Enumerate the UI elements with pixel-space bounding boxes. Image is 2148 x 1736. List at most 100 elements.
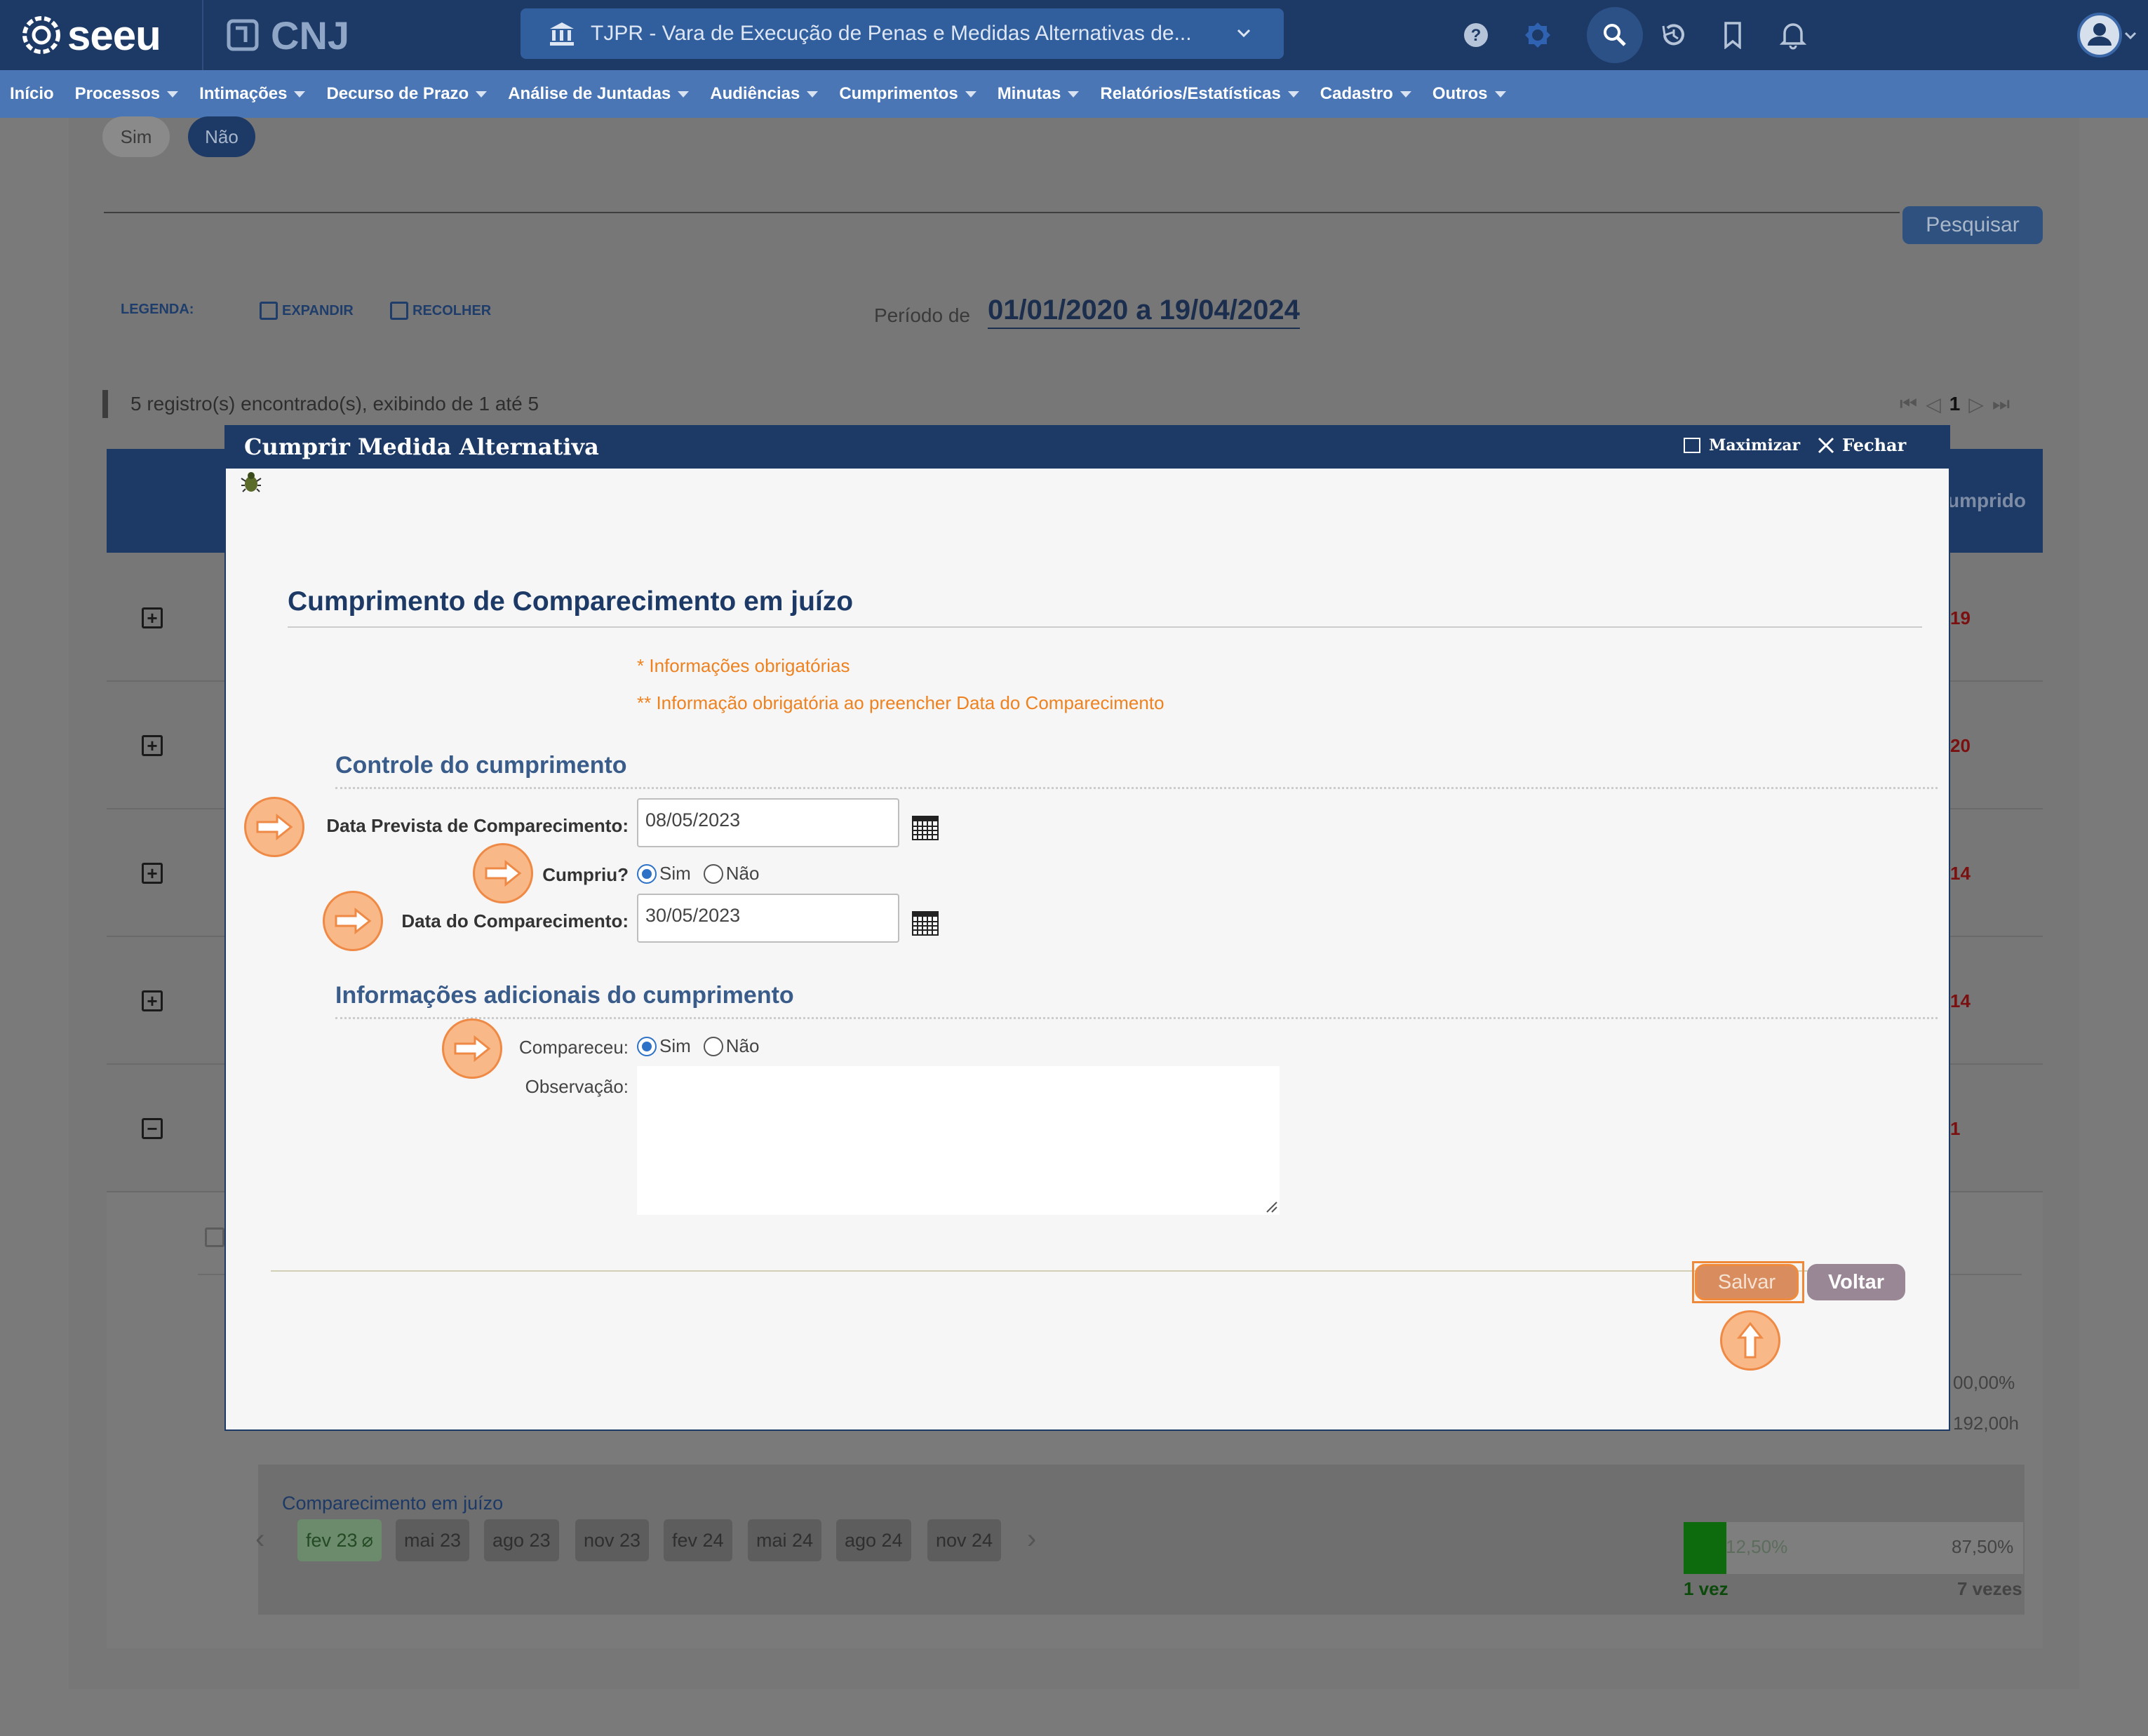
filter-sim-pill[interactable]: Sim <box>102 116 170 157</box>
close-button[interactable]: Fechar <box>1817 435 1906 455</box>
legend-expand: EXPANDIR <box>260 302 354 320</box>
calendar-icon[interactable] <box>912 910 939 936</box>
court-selector-label: TJPR - Vara de Execução de Penas e Medid… <box>591 22 1192 45</box>
month-chip[interactable]: ago 23 <box>484 1519 559 1561</box>
user-menu[interactable] <box>2076 8 2140 62</box>
close-icon <box>1818 437 1834 453</box>
legend-expand-text: EXPANDIR <box>282 302 354 318</box>
menu-outros[interactable]: Outros <box>1432 84 1506 104</box>
month-chip[interactable]: nov 23 <box>575 1519 650 1561</box>
month-chip-label: fev 23 <box>306 1529 358 1551</box>
month-chip[interactable]: ago 24 <box>836 1519 911 1561</box>
bell-icon[interactable] <box>1773 15 1813 55</box>
prev-page-icon[interactable]: ◁ <box>1926 393 1941 416</box>
user-avatar-icon <box>2077 13 2122 58</box>
row-value: 19 <box>1950 607 1971 628</box>
records-count-text: 5 registro(s) encontrado(s), exibindo de… <box>130 393 539 415</box>
first-page-icon[interactable]: ⏮ <box>1900 393 1917 416</box>
maximize-button[interactable]: Maximizar <box>1684 436 1800 455</box>
menu-cadastro[interactable]: Cadastro <box>1320 84 1411 104</box>
compareceu-sim-radio[interactable]: Sim <box>637 1035 691 1057</box>
current-page[interactable]: 1 <box>1949 393 1961 415</box>
expand-row-icon[interactable]: + <box>142 990 163 1011</box>
progress-right-count: 7 vezes <box>1957 1578 2022 1599</box>
chevron-right-icon[interactable]: › <box>1027 1523 1036 1555</box>
expand-row-icon[interactable]: + <box>142 863 163 884</box>
section-divider <box>335 1017 1938 1019</box>
data-comparecimento-field[interactable]: 30/05/2023 <box>637 894 899 943</box>
expand-row-icon[interactable]: + <box>142 607 163 628</box>
cumpriu-nao-radio[interactable]: Não <box>703 863 759 884</box>
month-chip[interactable]: mai 23 <box>396 1519 470 1561</box>
history-icon[interactable] <box>1654 15 1693 55</box>
pager: ⏮ ◁ 1 ▷ ⏭ <box>1900 390 2010 418</box>
top-bar: seeu CNJ TJPR - Vara de Execução de Pena… <box>0 0 2148 70</box>
cnj-emblem-icon <box>227 19 259 51</box>
seeu-logo[interactable]: seeu <box>21 10 161 60</box>
required-note: * Informações obrigatórias <box>637 655 850 676</box>
month-chip[interactable]: fev 24 <box>664 1519 732 1561</box>
caret-down-icon <box>476 90 488 97</box>
divider <box>104 212 1900 213</box>
expand-row-icon[interactable]: + <box>142 735 163 756</box>
month-chip[interactable]: mai 24 <box>748 1519 822 1561</box>
menu-processos[interactable]: Processos <box>75 84 179 104</box>
radio-selected-icon <box>637 863 657 884</box>
collapse-row-icon[interactable]: − <box>142 1118 163 1139</box>
collapse-detail-icon[interactable] <box>205 1227 224 1247</box>
month-chip-label: nov 24 <box>936 1529 993 1551</box>
calendar-icon[interactable] <box>912 815 939 840</box>
menu-minutas[interactable]: Minutas <box>998 84 1080 104</box>
menu-audiencias[interactable]: Audiências <box>710 84 819 104</box>
bug-icon[interactable] <box>237 469 265 500</box>
resize-handle-icon[interactable] <box>1263 1198 1278 1213</box>
radio-label: Não <box>725 1035 760 1056</box>
next-page-icon[interactable]: ▷ <box>1968 393 1984 416</box>
col-cumprido-header: umprido <box>1947 490 2026 511</box>
salvar-button[interactable]: Salvar <box>1695 1264 1799 1300</box>
pesquisar-button[interactable]: Pesquisar <box>1902 206 2043 244</box>
menu-cumprimentos[interactable]: Cumprimentos <box>839 84 976 104</box>
month-chip-label: mai 23 <box>404 1529 462 1551</box>
collapse-icon <box>390 302 408 320</box>
cumpriu-sim-radio[interactable]: Sim <box>637 863 691 884</box>
menu-cadastro-label: Cadastro <box>1320 84 1393 103</box>
observacao-textarea[interactable] <box>637 1066 1280 1215</box>
bookmark-icon[interactable] <box>1713 15 1752 55</box>
last-page-icon[interactable]: ⏭ <box>1992 393 2010 416</box>
data-prevista-label: Data Prevista de Comparecimento: <box>326 815 629 836</box>
seeu-logo-text: seeu <box>67 11 161 59</box>
progress-left-count: 1 vez <box>1684 1578 1729 1599</box>
legend-label: LEGENDA: <box>121 302 194 318</box>
hours-value: 192,00h <box>1953 1413 2019 1434</box>
divider <box>288 626 1922 628</box>
help-icon[interactable]: ? <box>1456 15 1496 55</box>
chevron-left-icon[interactable]: ‹ <box>255 1523 264 1555</box>
progress-right-percent: 87,50% <box>1952 1536 2014 1557</box>
required-note-2: ** Informação obrigatória ao preencher D… <box>637 692 1164 713</box>
compareceu-nao-radio[interactable]: Não <box>703 1035 760 1057</box>
cnj-logo-text: CNJ <box>271 13 350 58</box>
menu-intimacoes[interactable]: Intimações <box>199 84 306 104</box>
compareceu-radio-group: Sim Não <box>637 1035 759 1057</box>
topbar-divider <box>202 0 203 70</box>
search-icon[interactable] <box>1587 7 1643 63</box>
month-chip[interactable]: fev 23 ⌀ <box>297 1519 382 1561</box>
progress-fill <box>1684 1522 1726 1574</box>
month-chip[interactable]: nov 24 <box>927 1519 1002 1561</box>
periodo-label: Período de <box>874 304 970 326</box>
voltar-button[interactable]: Voltar <box>1807 1264 1905 1300</box>
court-selector[interactable]: TJPR - Vara de Execução de Penas e Medid… <box>521 8 1284 59</box>
modal-title: Cumprir Medida Alternativa <box>244 433 599 460</box>
radio-selected-icon <box>637 1036 657 1056</box>
menu-relatorios[interactable]: Relatórios/Estatísticas <box>1100 84 1299 104</box>
menu-decurso-de-prazo[interactable]: Decurso de Prazo <box>326 84 488 104</box>
theme-toggle-icon[interactable] <box>1518 15 1557 55</box>
data-prevista-field[interactable]: 08/05/2023 <box>637 798 899 847</box>
menu-inicio[interactable]: Início <box>10 84 54 104</box>
cumpriu-radio-group: Sim Não <box>637 863 759 884</box>
section-controle-title: Controle do cumprimento <box>335 752 627 779</box>
menu-analise-de-juntadas[interactable]: Análise de Juntadas <box>508 84 690 104</box>
records-count: 5 registro(s) encontrado(s), exibindo de… <box>102 390 539 418</box>
filter-nao-pill[interactable]: Não <box>188 116 255 157</box>
